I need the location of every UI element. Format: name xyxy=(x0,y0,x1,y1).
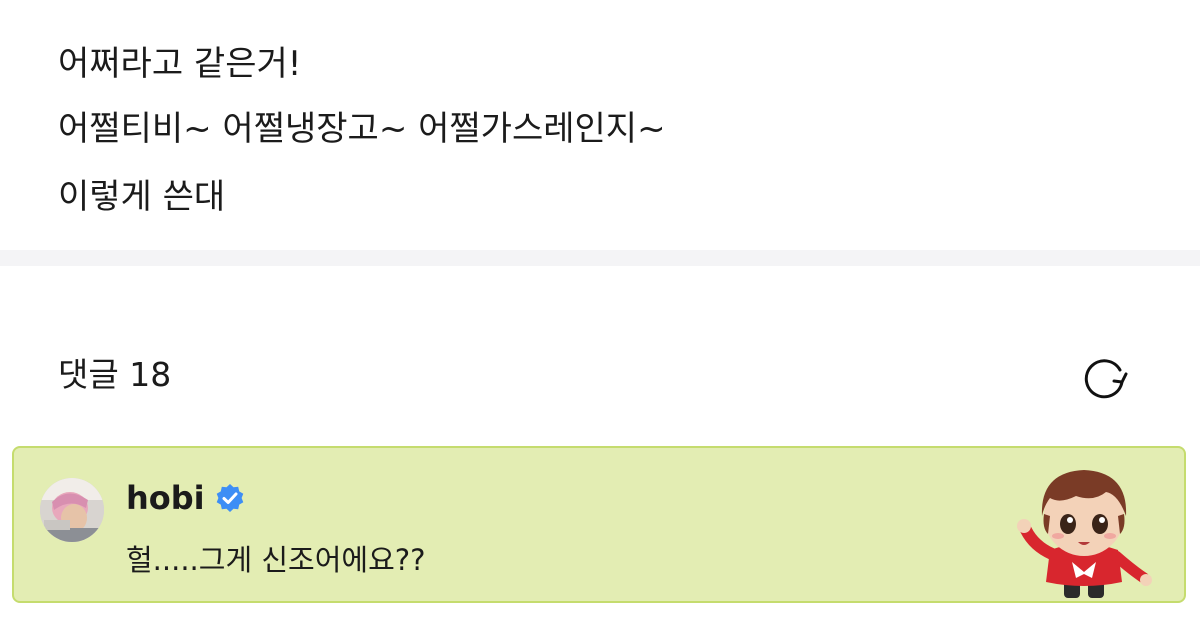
avatar-photo xyxy=(40,478,104,542)
comments-header: 댓글 18 xyxy=(0,266,1200,446)
comment-count-label: 댓글 18 xyxy=(58,355,172,394)
comment-text: 헐.....그게 신조어에요?? xyxy=(126,543,426,577)
avatar[interactable] xyxy=(40,478,104,542)
post-text-line-1: 어쩌라고 같은거! xyxy=(58,44,302,84)
post-body: 어쩌라고 같은거! 어쩔티비~ 어쩔냉장고~ 어쩔가스레인지~ 이렇게 쓴대 xyxy=(0,0,1200,250)
section-divider xyxy=(0,250,1200,266)
author-row: hobi xyxy=(126,476,245,520)
post-text-line-2: 어쩔티비~ 어쩔냉장고~ 어쩔가스레인지~ xyxy=(58,109,666,149)
refresh-button[interactable] xyxy=(1078,352,1130,404)
post-text-line-3: 이렇게 쓴대 xyxy=(58,177,226,217)
character-sticker xyxy=(1017,470,1152,598)
verified-badge-icon xyxy=(216,484,243,512)
author-name[interactable]: hobi xyxy=(126,478,205,518)
comment-card: hobi 헐.....그게 신조어에요?? xyxy=(12,446,1186,603)
refresh-icon xyxy=(1084,359,1128,399)
